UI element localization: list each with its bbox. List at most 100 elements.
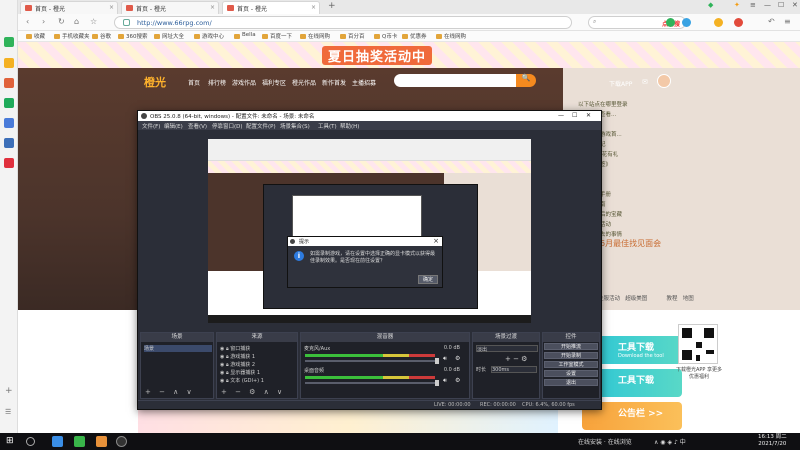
eye-icon[interactable]: ◉	[220, 362, 224, 368]
browser-tab[interactable]: 首页 - 橙光 ×	[121, 1, 219, 14]
obs-title-bar[interactable]: OBS 25.0.8 (64-bit, windows) - 配置文件: 未命名…	[138, 111, 601, 121]
bookmark[interactable]: 百分百	[340, 32, 365, 40]
edge-icon[interactable]	[52, 436, 63, 447]
eye-icon[interactable]: ◉	[220, 354, 224, 360]
search-icon[interactable]	[26, 437, 35, 446]
home-icon[interactable]: ⌂	[74, 17, 79, 26]
gear-icon[interactable]: ⚙	[455, 377, 460, 384]
lock-icon[interactable]: 🔒︎	[226, 370, 229, 376]
source-item[interactable]: ◉ 🔒︎ 文本 (GDI+) 1	[220, 377, 264, 384]
menu-icon[interactable]: ≡	[784, 17, 791, 26]
tag[interactable]: 地图	[683, 296, 694, 302]
app-icon[interactable]	[4, 37, 14, 47]
eye-icon[interactable]: ◉	[220, 346, 224, 352]
lock-icon[interactable]: 🔒︎	[226, 378, 229, 384]
nav-item[interactable]: 主播招募	[352, 78, 376, 87]
mail-icon[interactable]: ✉	[642, 78, 648, 86]
eye-icon[interactable]: ◉	[220, 370, 224, 376]
slider-handle[interactable]	[435, 358, 439, 364]
bookmark[interactable]: 百度一下	[262, 32, 292, 40]
gear-icon[interactable]: ⚙	[455, 355, 460, 362]
nav-item[interactable]: 排行榜	[208, 78, 226, 87]
close-icon[interactable]: ×	[109, 4, 114, 11]
bookmark[interactable]: 收藏	[26, 32, 45, 40]
favorites-icon[interactable]	[4, 58, 14, 68]
skin-icon[interactable]: ✦	[734, 1, 740, 9]
menu-file[interactable]: 文件(F)	[142, 122, 160, 130]
bookmark[interactable]: 在线网购	[436, 32, 466, 40]
bookmark[interactable]: 优惠券	[402, 32, 427, 40]
tray-text[interactable]: 在线安装 · 在线浏览	[578, 437, 632, 446]
menu-icon[interactable]: ≡	[750, 1, 756, 9]
doc-icon[interactable]	[4, 138, 14, 148]
dock-controls[interactable]: + − ⚙ ∧ ∨	[221, 388, 285, 396]
note-icon[interactable]	[4, 118, 14, 128]
minimize-button[interactable]: —	[764, 1, 771, 9]
new-tab-button[interactable]: +	[328, 1, 336, 11]
app-icon[interactable]	[96, 436, 107, 447]
lock-icon[interactable]: 🔒︎	[226, 354, 229, 360]
event-title[interactable]: 6月最佳找见面会	[600, 238, 661, 249]
extension-icon[interactable]	[734, 18, 743, 27]
site-search-button[interactable]: 🔍	[516, 74, 536, 87]
tag[interactable]: 教程	[667, 296, 678, 302]
tag[interactable]: 超级美图	[625, 296, 647, 302]
bookmark[interactable]: 游戏中心	[194, 32, 224, 40]
forward-button[interactable]: ›	[42, 17, 45, 26]
close-window-button[interactable]: ✕	[586, 112, 591, 119]
bookmark[interactable]: 谷歌	[92, 32, 111, 40]
browser-tab[interactable]: 首页 - 橙光 ×	[20, 1, 118, 14]
menu-edit[interactable]: 编辑(E)	[164, 122, 183, 130]
ok-button[interactable]: 确定	[418, 275, 438, 284]
obs-icon[interactable]	[116, 436, 127, 447]
nav-item[interactable]: 新作首发	[322, 78, 346, 87]
bookmark[interactable]: 手机收藏夹	[54, 32, 90, 40]
nav-item[interactable]: 首页	[188, 78, 200, 87]
duration-input[interactable]: 300ms	[491, 366, 537, 373]
lock-icon[interactable]: 🔒︎	[226, 346, 229, 352]
scene-item[interactable]: 场景	[144, 345, 212, 352]
menu-view[interactable]: 查看(V)	[188, 122, 207, 130]
maximize-button[interactable]: ☐	[572, 112, 577, 119]
browser-tab-active[interactable]: 首页 - 橙光 ×	[222, 1, 320, 14]
bookmark[interactable]: Q币卡	[374, 32, 397, 40]
dock-controls[interactable]: + − ∧ ∨	[145, 388, 195, 396]
source-item[interactable]: ◉ 🔒︎ 窗口捕获	[220, 345, 250, 352]
browser-icon[interactable]	[74, 436, 85, 447]
site-search-input[interactable]	[394, 74, 534, 87]
mail-icon[interactable]	[4, 98, 14, 108]
extension-icon[interactable]	[714, 18, 723, 27]
promo-banner[interactable]: 夏日抽奖活动中	[18, 42, 800, 68]
start-icon[interactable]: ⊞	[6, 436, 17, 447]
star-icon[interactable]: ☆	[90, 17, 97, 26]
video-icon[interactable]	[4, 158, 14, 168]
speaker-icon[interactable]: 🔊︎	[443, 377, 447, 385]
promo-title[interactable]: 夏日抽奖活动中	[322, 46, 433, 65]
source-item[interactable]: ◉ 🔒︎ 游戏捕获 2	[220, 361, 255, 368]
transition-select[interactable]: 淡出	[476, 345, 538, 353]
menu-tools[interactable]: 工具(T)	[318, 122, 337, 130]
source-item[interactable]: ◉ 🔒︎ 游戏捕获 1	[220, 353, 255, 360]
menu-profile[interactable]: 配置文件(P)	[246, 122, 276, 130]
close-icon[interactable]: ×	[433, 237, 439, 245]
menu-icon[interactable]: ☰	[5, 408, 11, 416]
lock-icon[interactable]: 🔒︎	[226, 362, 229, 368]
extension-icon[interactable]	[666, 18, 675, 27]
site-logo[interactable]: 橙光	[144, 74, 166, 90]
add-icon[interactable]: +	[5, 386, 13, 396]
start-streaming-button[interactable]: 开始推流	[544, 343, 598, 350]
refresh-icon[interactable]: ↻	[58, 17, 65, 26]
tray-icons[interactable]: ∧ ◉ ◈ ♪ 中	[654, 437, 686, 446]
nav-item[interactable]: 游戏作品	[232, 78, 256, 87]
bookmark[interactable]: 在线网购	[300, 32, 330, 40]
extension-icon[interactable]	[682, 18, 691, 27]
footer-banner[interactable]	[138, 406, 558, 433]
studio-mode-button[interactable]: 工作室模式	[544, 361, 598, 368]
undo-icon[interactable]: ↶	[768, 17, 775, 26]
menu-scene-collection[interactable]: 场景集合(S)	[280, 122, 310, 130]
bookmark[interactable]: Bella	[234, 32, 256, 39]
close-icon[interactable]: ×	[210, 4, 215, 11]
game-icon[interactable]	[4, 78, 14, 88]
bookmark[interactable]: 网址大全	[154, 32, 184, 40]
system-clock[interactable]: 16:13 周二 2021/7/20	[758, 434, 787, 448]
